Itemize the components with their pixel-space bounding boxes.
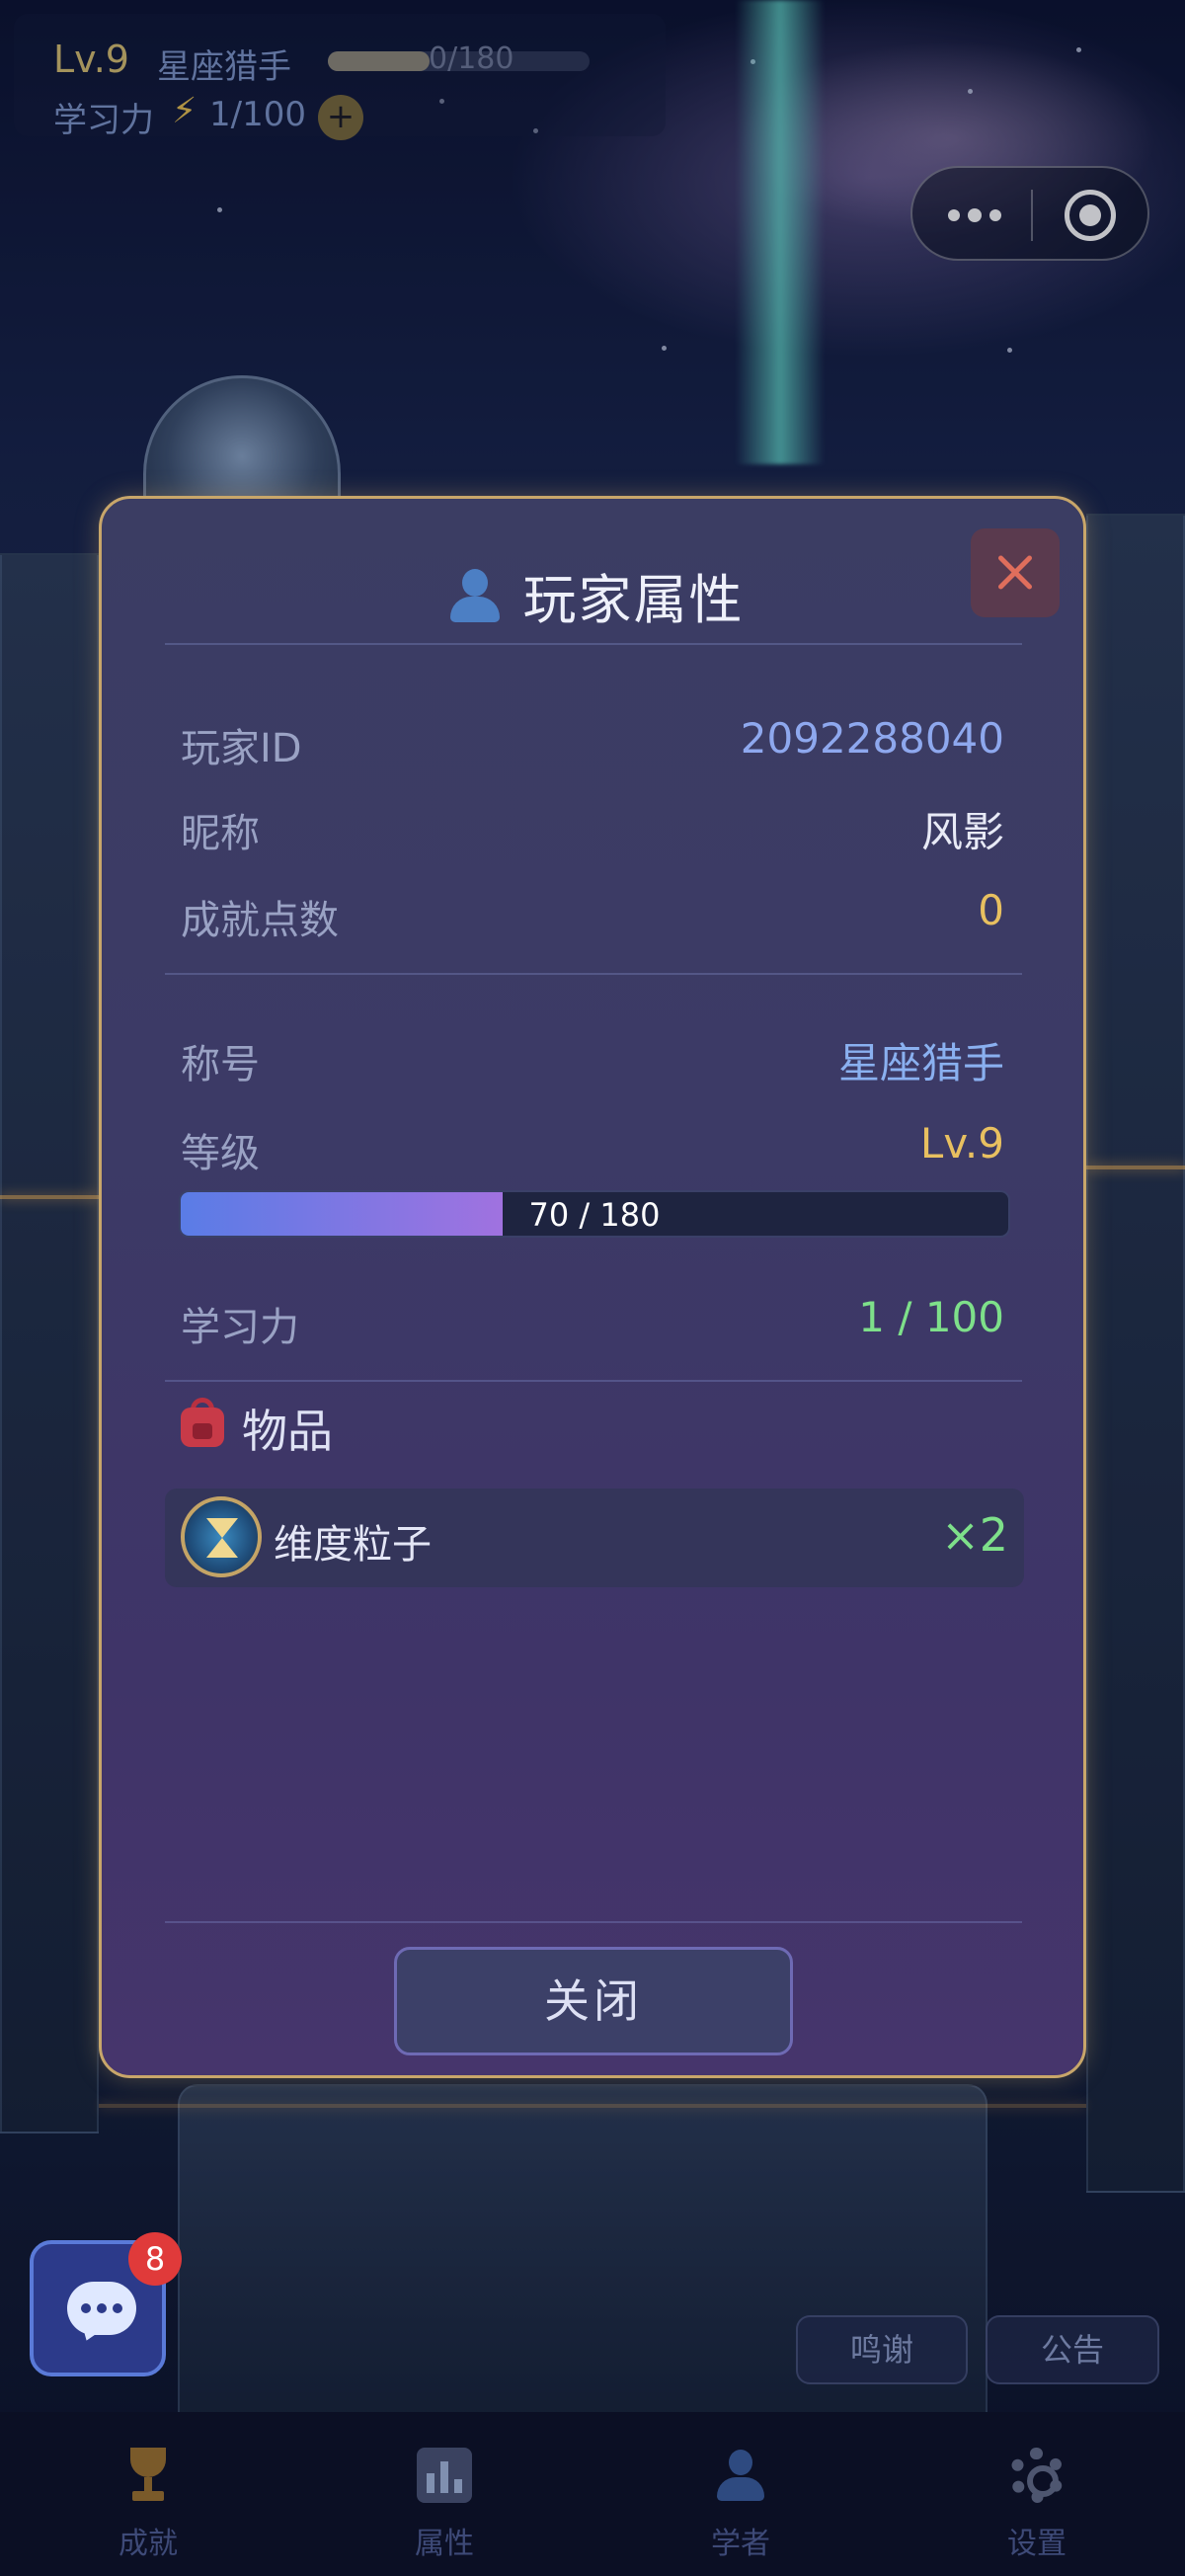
chat-bubble-icon — [67, 2282, 136, 2335]
divider — [165, 973, 1022, 975]
tab-scholars[interactable]: 学者 — [592, 2412, 889, 2576]
divider — [165, 1380, 1022, 1382]
tab-label: 学者 — [711, 2527, 770, 2561]
achievement-points-label: 成就点数 — [181, 898, 339, 943]
rank-title-value: 星座猎手 — [837, 1039, 1004, 1087]
items-section-title: 物品 — [242, 1405, 333, 1458]
unread-badge: 8 — [128, 2232, 182, 2286]
rank-title-label: 称号 — [181, 1042, 260, 1087]
nickname-label: 昵称 — [181, 811, 260, 856]
level-label: 等级 — [181, 1131, 260, 1176]
player-id-value: 2092288040 — [740, 714, 1004, 763]
level-progress-text: 70 / 180 — [528, 1196, 661, 1234]
tab-label: 设置 — [1007, 2527, 1066, 2561]
item-count: ×2 — [941, 1508, 1008, 1562]
gear-icon — [1009, 2448, 1065, 2503]
close-button[interactable]: 关闭 — [394, 1947, 793, 2055]
dialog-header: 玩家属性 — [102, 556, 1089, 634]
nickname-value: 风影 — [920, 808, 1004, 856]
inventory-item[interactable]: 维度粒子 ×2 — [165, 1489, 1024, 1587]
tab-label: 成就 — [118, 2527, 178, 2561]
learning-power-value: 1 / 100 — [858, 1293, 1004, 1341]
divider — [165, 1921, 1022, 1923]
learning-power-label: 学习力 — [181, 1305, 299, 1350]
user-icon — [713, 2448, 768, 2503]
tab-achievements[interactable]: 成就 — [0, 2412, 296, 2576]
achievement-points-value: 0 — [978, 886, 1004, 934]
bottom-tab-bar: 成就 属性 学者 设置 — [0, 2412, 1185, 2576]
bar-chart-icon — [417, 2448, 472, 2503]
backpack-icon — [179, 1398, 226, 1449]
tab-attributes[interactable]: 属性 — [296, 2412, 592, 2576]
tab-settings[interactable]: 设置 — [889, 2412, 1185, 2576]
divider — [165, 643, 1022, 645]
chat-button[interactable]: 8 — [30, 2232, 182, 2376]
level-value: Lv.9 — [919, 1119, 1004, 1167]
player-id-label: 玩家ID — [181, 726, 302, 771]
notice-button[interactable]: 公告 — [986, 2315, 1159, 2384]
dialog-title: 玩家属性 — [522, 569, 745, 631]
hourglass-icon — [181, 1496, 262, 1577]
player-attributes-dialog: 玩家属性 玩家ID 2092288040 昵称 风影 成就点数 0 称号 星座猎… — [99, 496, 1086, 2078]
level-progress-bar: 70 / 180 — [179, 1190, 1010, 1238]
person-icon — [446, 567, 504, 624]
thanks-button[interactable]: 鸣谢 — [796, 2315, 968, 2384]
tab-label: 属性 — [415, 2527, 474, 2561]
game-screen: Lv.9 星座猎手 0/180 学习力 ⚡ 1/100 + 玩家属性 玩家ID … — [0, 0, 1185, 2576]
trophy-icon — [120, 2448, 176, 2503]
item-name: 维度粒子 — [274, 1522, 432, 1568]
